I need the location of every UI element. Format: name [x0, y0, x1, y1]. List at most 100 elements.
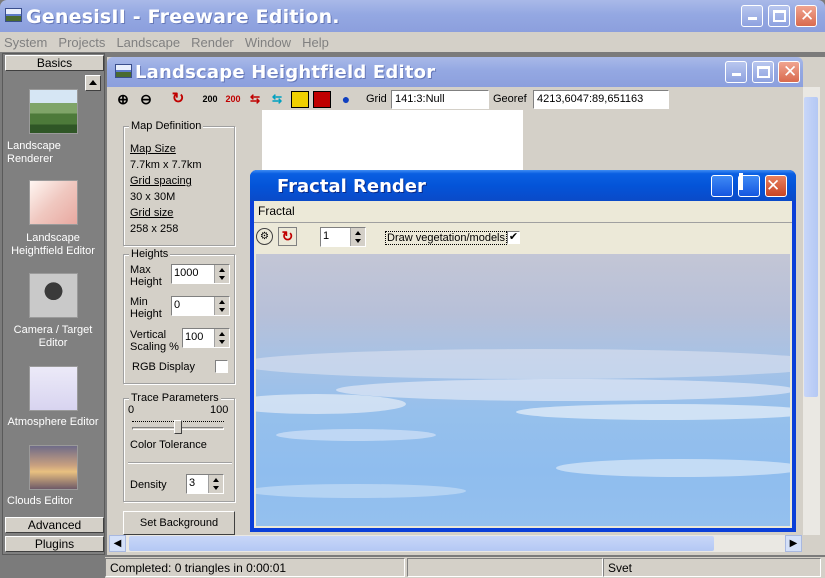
draw-vegetation-checkbox[interactable]: ✔ [507, 231, 520, 244]
camera-icon[interactable] [29, 273, 78, 318]
set-background-button[interactable]: Set Background [123, 511, 235, 535]
slider-min-label: 0 [128, 404, 135, 416]
close-button[interactable]: ✕ [795, 5, 817, 27]
heights-title: Heights [129, 248, 171, 260]
fractal-close-button[interactable]: ✕ [765, 175, 787, 197]
grid-spacing-label: Grid spacing [130, 175, 192, 187]
cloud-band [256, 349, 790, 379]
sidebar-item-landscape-renderer[interactable]: Landscape Renderer [7, 140, 107, 166]
status-user: Svet [603, 558, 821, 577]
grid-size-value: 258 x 258 [130, 223, 179, 235]
heightfield-editor-icon[interactable] [29, 180, 78, 225]
spinner-arrows-icon[interactable] [214, 265, 229, 283]
fractal-maximize-button[interactable] [738, 173, 760, 197]
fractal-title: Fractal Render [277, 176, 426, 197]
editor-vertical-scrollbar[interactable] [803, 87, 820, 535]
zoom-in-icon[interactable]: ⊕ [114, 91, 132, 108]
spinner-arrows-icon[interactable] [214, 297, 229, 315]
menu-system[interactable]: System [0, 32, 51, 53]
color-tolerance-thumb[interactable] [174, 420, 182, 434]
trace-parameters-title: Trace Parameters [129, 392, 221, 404]
zoom-out-icon[interactable]: ⊖ [137, 91, 155, 108]
fractal-body: Fractal ⚙ ↻ 1 Draw vegetation/models ✔ [254, 201, 792, 528]
sidebar-scroll-up-button[interactable] [85, 75, 101, 91]
fractal-menu-bar: Fractal [254, 201, 792, 221]
max-height-spinner[interactable]: 1000 [171, 264, 230, 284]
fractal-level-spinner[interactable]: 1 [320, 227, 366, 247]
editor-toolbar: ⊕ ⊖ ↻ 200 200 ⇆ ⇆ ● Grid 141:3:Null Geor… [107, 89, 803, 110]
tab-plugins[interactable]: Plugins [5, 536, 104, 552]
cloud-band [556, 459, 790, 477]
editor-title-bar: Landscape Heightfield Editor ✕ [107, 57, 803, 87]
render-settings-icon[interactable]: ⚙ [256, 228, 273, 245]
map-definition-title: Map Definition [129, 120, 204, 132]
atmosphere-icon[interactable] [29, 366, 78, 411]
export-icon[interactable] [313, 91, 331, 108]
raise-200-button[interactable]: 200 [201, 91, 219, 108]
fractal-render-canvas[interactable] [256, 254, 790, 526]
scroll-right-icon[interactable]: ▶ [785, 535, 802, 552]
fractal-minimize-button[interactable] [711, 175, 733, 197]
map-size-label: Map Size [130, 143, 176, 155]
color-tolerance-label: Color Tolerance [130, 439, 207, 451]
tab-basics[interactable]: Basics [5, 55, 104, 71]
scroll-left-icon[interactable]: ◀ [109, 535, 126, 552]
refresh-icon[interactable]: ↻ [169, 91, 187, 108]
menu-window[interactable]: Window [241, 32, 295, 53]
heightfield-canvas[interactable] [262, 110, 523, 170]
smooth-cyan-icon[interactable]: ⇆ [268, 91, 286, 108]
grid-field[interactable]: 141:3:Null [391, 90, 489, 109]
editor-close-button[interactable]: ✕ [778, 61, 800, 83]
smooth-red-icon[interactable]: ⇆ [246, 91, 264, 108]
minimize-icon [732, 73, 741, 76]
maximize-button[interactable] [768, 5, 790, 27]
clouds-icon[interactable] [29, 445, 78, 490]
lower-200-button[interactable]: 200 [224, 91, 242, 108]
editor-minimize-button[interactable] [725, 61, 747, 83]
min-height-spinner[interactable]: 0 [171, 296, 230, 316]
tab-advanced[interactable]: Advanced [5, 517, 104, 533]
editor-title: Landscape Heightfield Editor [135, 62, 436, 83]
fractal-title-bar: Fractal Render ✕ [250, 170, 796, 201]
refresh-icon[interactable]: ↻ [278, 227, 297, 246]
editor-maximize-button[interactable] [752, 61, 774, 83]
editor-horizontal-scrollbar[interactable]: ◀ ▶ [109, 535, 802, 552]
horizontal-scroll-thumb[interactable] [129, 536, 714, 551]
min-height-label: Min Height [130, 296, 162, 320]
editor-window-icon [115, 64, 132, 78]
spinner-arrows-icon[interactable] [214, 329, 229, 347]
vertical-scaling-spinner[interactable]: 100 [182, 328, 230, 348]
landscape-renderer-icon[interactable] [29, 89, 78, 134]
spinner-arrows-icon[interactable] [208, 475, 223, 493]
cloud-band [256, 484, 466, 498]
sidebar-item-clouds-editor[interactable]: Clouds Editor [7, 495, 107, 508]
max-height-label: Max Height [130, 264, 162, 288]
menu-render[interactable]: Render [187, 32, 238, 53]
status-message: Completed: 0 triangles in 0:00:01 [105, 558, 405, 577]
menu-projects[interactable]: Projects [54, 32, 109, 53]
maximize-icon [773, 10, 786, 22]
water-drop-icon[interactable]: ● [337, 91, 355, 108]
sidebar-item-camera-target-editor[interactable]: Camera / Target Editor [3, 324, 103, 350]
app-title: GenesisII - Freeware Edition. [26, 6, 340, 28]
menu-bar: System Projects Landscape Render Window … [0, 32, 825, 52]
rgb-display-checkbox[interactable] [215, 360, 228, 373]
app-title-bar: GenesisII - Freeware Edition. ✕ [0, 0, 825, 32]
bulldozer-icon[interactable] [291, 91, 309, 108]
georef-field[interactable]: 4213,6047:89,651163 [533, 90, 669, 109]
menu-landscape[interactable]: Landscape [112, 32, 184, 53]
sidebar-item-atmosphere-editor[interactable]: Atmosphere Editor [3, 416, 103, 429]
minimize-icon [748, 17, 757, 20]
georef-label: Georef [493, 93, 527, 105]
menu-fractal[interactable]: Fractal [258, 204, 295, 218]
menu-help[interactable]: Help [298, 32, 333, 53]
density-spinner[interactable]: 3 [186, 474, 224, 494]
cloud-band [336, 379, 790, 401]
sidebar-item-heightfield-editor[interactable]: Landscape Heightfield Editor [3, 232, 103, 258]
fractal-render-window: Fractal Render ✕ Fractal ⚙ ↻ 1 Draw vege… [250, 170, 796, 532]
grid-label: Grid [366, 93, 387, 105]
vertical-scroll-thumb[interactable] [804, 97, 818, 397]
minimize-button[interactable] [741, 5, 763, 27]
rgb-display-label: RGB Display [132, 361, 195, 373]
spinner-arrows-icon[interactable] [350, 228, 365, 246]
